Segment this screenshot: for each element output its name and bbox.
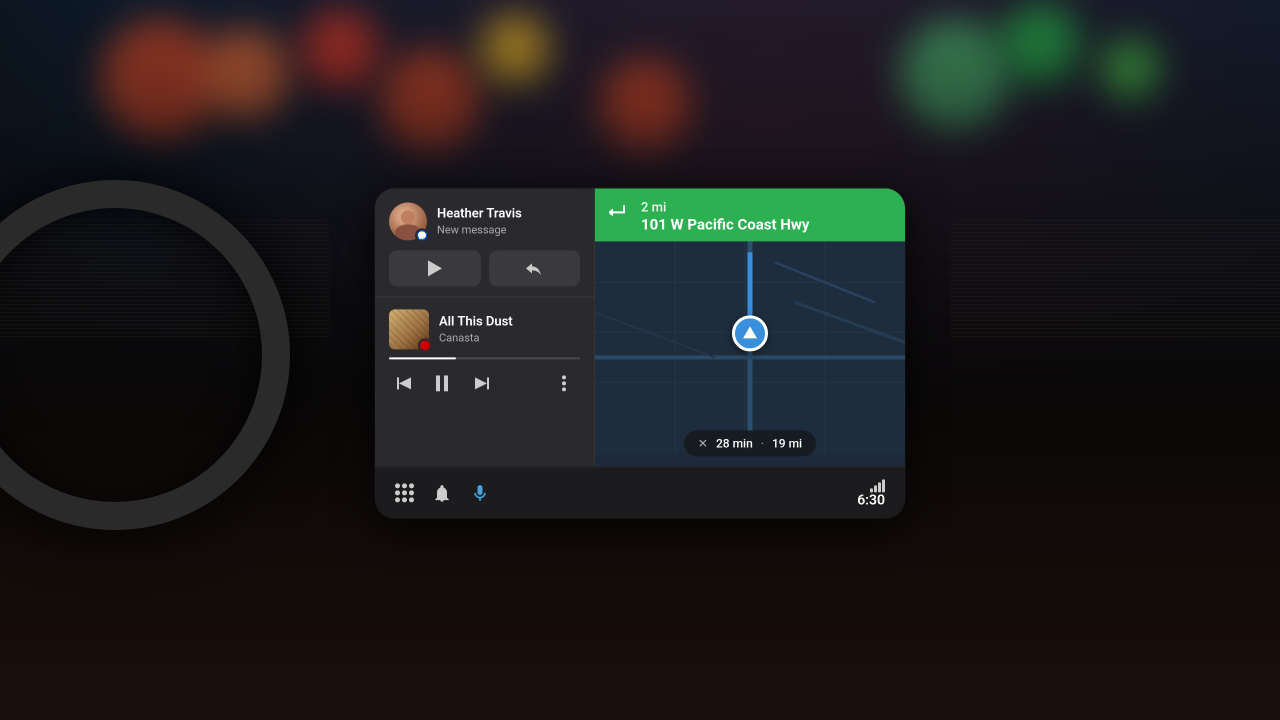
song-title: All This Dust [439,315,580,331]
play-icon [428,260,442,276]
next-icon [473,375,489,391]
left-turn-icon [609,201,631,223]
music-card: All This Dust Canasta [375,297,594,466]
messenger-icon [418,231,426,239]
eta-close-button[interactable]: ✕ [698,436,708,450]
nav-direction-arrow [743,326,757,338]
eta-distance: 19 mi [772,436,802,450]
grid-dot-1 [395,483,400,488]
eta-bar: ✕ 28 min · 19 mi [684,430,816,456]
pause-button[interactable] [427,367,459,399]
music-progress-bar[interactable] [389,357,580,359]
music-badge [418,338,432,352]
action-buttons [389,250,580,286]
music-info-row: All This Dust Canasta [389,309,580,349]
turn-arrow-icon [609,201,631,228]
grid-dot-6 [409,490,414,495]
mic-icon [470,483,490,503]
nav-distance: 2 mi [641,200,666,215]
bell-icon [432,483,452,503]
nav-banner: 2 mi 101 W Pacific Coast Hwy [595,188,905,241]
speaker-right [950,220,1280,340]
status-area: 6:30 [857,478,885,508]
grid-dot-5 [402,490,407,495]
reply-icon [526,261,542,275]
grid-dot-7 [395,497,400,502]
album-art-wrapper [389,309,429,349]
reply-button[interactable] [489,250,581,286]
nav-street: 101 W Pacific Coast Hwy [641,215,809,233]
pause-icon [436,375,450,391]
top-section: Heather Travis New message [375,188,905,466]
eta-separator: · [761,436,764,450]
message-label: New message [437,223,580,236]
play-button[interactable] [389,250,481,286]
android-auto-screen: Heather Travis New message [375,188,905,518]
message-card: Heather Travis New message [375,188,594,297]
prev-icon [397,375,413,391]
apps-grid-icon [395,483,414,502]
bottom-left-icons [395,483,490,503]
grid-dot-3 [409,483,414,488]
grid-dot-4 [395,490,400,495]
music-text: All This Dust Canasta [439,315,580,345]
grid-dot-9 [409,497,414,502]
screen-content: Heather Travis New message [375,188,905,518]
messenger-badge [415,228,429,242]
contact-info: Heather Travis New message [437,207,580,237]
nav-position-marker [732,315,768,351]
map-panel: 2 mi 101 W Pacific Coast Hwy ✕ 28 min · … [595,188,905,466]
time-display: 6:30 [857,492,885,508]
next-track-button[interactable] [465,367,497,399]
signal-bar-3 [878,482,881,492]
music-progress-fill [389,357,456,359]
grid-dot-8 [402,497,407,502]
grid-dot-2 [402,483,407,488]
microphone-button[interactable] [470,483,490,503]
contact-name: Heather Travis [437,207,580,223]
more-icon [562,375,566,391]
signal-bar-2 [874,485,877,492]
apps-button[interactable] [395,483,414,502]
music-controls [389,367,580,399]
eta-time: 28 min [716,436,753,450]
contact-row: Heather Travis New message [389,202,580,240]
notifications-button[interactable] [432,483,452,503]
more-options-button[interactable] [548,367,580,399]
signal-bars [870,478,885,492]
signal-area [870,478,885,492]
artist-name: Canasta [439,331,580,344]
nav-info: 2 mi 101 W Pacific Coast Hwy [641,196,809,233]
prev-track-button[interactable] [389,367,421,399]
signal-bar-4 [882,479,885,492]
avatar-wrapper [389,202,427,240]
bottom-bar: 6:30 [375,466,905,518]
left-panel: Heather Travis New message [375,188,595,466]
